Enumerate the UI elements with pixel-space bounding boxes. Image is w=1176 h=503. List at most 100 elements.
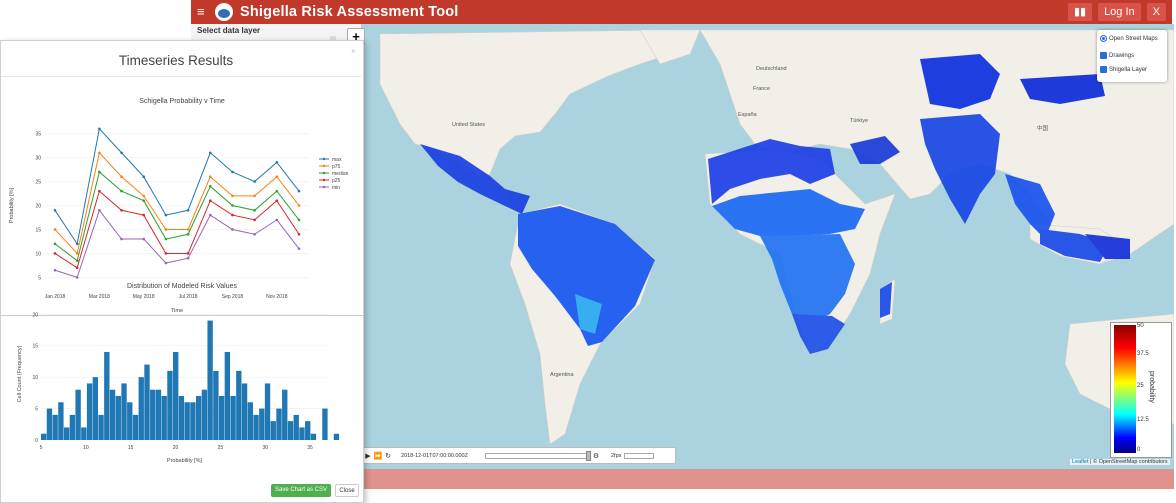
series-point-p75 (297, 204, 301, 207)
series-point-min (253, 232, 256, 236)
map-label-deutschland: Deutschland (756, 66, 787, 72)
checkbox-icon[interactable] (1100, 66, 1107, 73)
speed-icon[interactable]: ⚙ (591, 452, 601, 460)
series-point-min (231, 228, 234, 231)
fps-slider[interactable] (624, 452, 655, 459)
histogram-bar (259, 408, 265, 440)
series-point-p25 (98, 189, 101, 193)
y-tick-label: 30 (35, 156, 41, 162)
legend-tick: 0 (1137, 447, 1141, 453)
histogram-bar (98, 414, 104, 440)
legend-title: probability (1148, 371, 1155, 403)
forward-icon[interactable]: ⏩ (373, 452, 383, 460)
histogram-bar (52, 414, 58, 440)
histogram-bar (155, 389, 162, 440)
layer-drawings[interactable]: Drawings (1100, 52, 1134, 59)
series-point-min (53, 268, 57, 272)
series-point-median (297, 218, 301, 222)
leaflet-link[interactable]: Leaflet (1072, 459, 1089, 465)
histogram-bar (333, 433, 340, 440)
series-point-max (253, 180, 256, 183)
app-root: United States Deutschland France España … (0, 0, 1176, 503)
histogram-bar (115, 396, 121, 440)
series-point-p25 (275, 199, 279, 203)
series-point-p75 (53, 228, 57, 231)
select-layer-label: Select data layer (197, 26, 261, 35)
series-point-p25 (75, 266, 79, 270)
time-display: 2018-12-01T07:00:00.000Z (401, 452, 468, 459)
layer-shigella[interactable]: Shigella Layer (1100, 66, 1147, 73)
time-slider-thumb[interactable] (586, 450, 591, 461)
series-point-median (186, 232, 190, 236)
modal-close-icon[interactable]: × (351, 47, 356, 56)
north-america-land (379, 29, 671, 177)
map-label-espana: España (738, 112, 757, 118)
loop-icon[interactable]: ↻ (383, 452, 393, 460)
series-point-p75 (231, 194, 234, 198)
series-point-max (297, 189, 301, 193)
x-tick-label: 15 (128, 445, 134, 451)
close-button[interactable]: X (1146, 3, 1166, 21)
histogram-bar (127, 402, 133, 440)
play-icon[interactable]: ▶ (363, 452, 373, 460)
histogram-bar (282, 389, 288, 440)
series-point-min (120, 237, 123, 241)
x-tick-label: 10 (83, 445, 89, 451)
histogram-bar (138, 377, 144, 440)
series-point-p25 (297, 232, 301, 236)
series-point-min (186, 256, 190, 260)
series-point-median (253, 208, 256, 212)
login-button[interactable]: Log In (1098, 3, 1141, 21)
histogram-bar (109, 389, 116, 440)
histogram-bar (63, 427, 70, 440)
modal-close-button[interactable]: Close (335, 484, 359, 497)
series-point-p75 (164, 228, 168, 231)
map-view[interactable]: United States Deutschland France España … (340, 24, 1174, 469)
histogram-bar (69, 414, 76, 440)
legend-label-median: median (332, 171, 349, 177)
histogram-bar (299, 427, 305, 440)
save-csv-button[interactable]: Save Chart as CSV (271, 484, 331, 497)
y-tick-label: 20 (32, 312, 38, 318)
y-tick-label: 20 (35, 204, 41, 210)
histogram-bar (150, 389, 156, 440)
series-point-median (98, 170, 101, 174)
series-point-p75 (253, 194, 256, 198)
series-point-p75 (186, 228, 190, 231)
histogram-bar (184, 402, 190, 440)
legend-marker-max (322, 157, 326, 161)
layer-osm[interactable]: Open Street Maps (1100, 35, 1158, 42)
legend-label-p25: p25 (332, 178, 341, 184)
histogram-svg: Distribution of Modeled Risk Values05101… (17, 283, 397, 464)
series-point-min (208, 213, 212, 217)
series-point-p75 (98, 151, 101, 155)
histogram-bar (247, 402, 253, 440)
histogram-bar (236, 370, 242, 440)
series-point-median (231, 204, 234, 207)
histogram-bar (178, 396, 185, 440)
series-point-median (142, 199, 146, 203)
legend-tick: 50 (1137, 323, 1144, 329)
histogram-bar (322, 408, 328, 440)
histogram-bar (144, 364, 150, 440)
time-slider[interactable] (485, 450, 591, 461)
y-tick-label: 0 (35, 438, 38, 444)
series-point-min (98, 208, 101, 212)
radio-icon[interactable] (1100, 35, 1107, 42)
checkbox-icon[interactable] (1100, 52, 1107, 59)
app-title: Shigella Risk Assessment Tool (240, 4, 459, 20)
hamburger-icon[interactable]: ≡ (197, 0, 211, 24)
legend-marker-median (322, 171, 326, 175)
layer-control: Open Street Maps Drawings Shigella Layer (1097, 30, 1167, 82)
histogram-bar (224, 352, 231, 440)
series-point-p25 (120, 208, 123, 212)
histogram-bar (58, 402, 64, 440)
histogram-bar (287, 421, 294, 440)
fps-label: 2fps (611, 452, 622, 459)
modal-title: Timeseries Results (118, 53, 234, 68)
bar-chart-icon[interactable]: ▮▮ (1067, 3, 1093, 21)
histogram-bar (230, 396, 236, 440)
x-tick-label: 35 (307, 445, 313, 451)
legend-label-min: min (332, 185, 340, 191)
series-point-median (275, 189, 279, 193)
